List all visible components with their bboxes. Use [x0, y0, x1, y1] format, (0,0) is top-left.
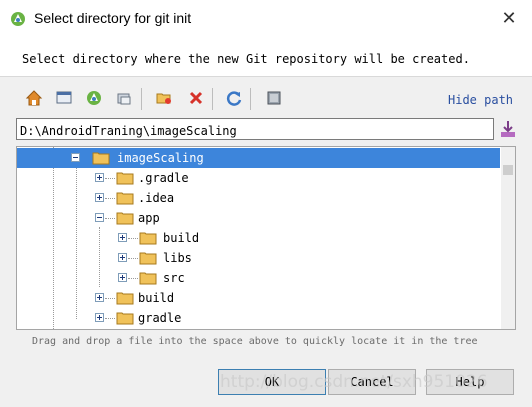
tree-node-label: app	[138, 211, 160, 225]
toolbar	[20, 86, 520, 112]
ok-button[interactable]: OK	[218, 369, 326, 395]
folder-icon	[116, 312, 134, 325]
home-button[interactable]	[22, 86, 46, 110]
home-icon	[25, 90, 43, 106]
hide-path-link[interactable]: Hide path	[448, 93, 513, 107]
tree-node-label: src	[163, 271, 185, 285]
help-button[interactable]: Help	[426, 369, 514, 395]
tree-node-label: imageScaling	[117, 151, 204, 165]
tree-node-label: gradle	[138, 311, 182, 325]
expand-toggle[interactable]	[95, 173, 104, 182]
tree-guide-line	[128, 258, 138, 259]
tree-node-label: build	[138, 291, 175, 305]
tree-node-label: build	[163, 231, 200, 245]
expand-toggle[interactable]	[95, 193, 104, 202]
tree-node[interactable]: build	[17, 228, 500, 248]
desktop-button[interactable]	[52, 86, 76, 110]
path-field[interactable]	[16, 118, 494, 140]
tree-node[interactable]: .idea	[17, 188, 500, 208]
tree-node[interactable]: .gradle	[17, 168, 500, 188]
new-folder-button[interactable]	[152, 86, 176, 110]
cancel-button[interactable]: Cancel	[328, 369, 416, 395]
refresh-button[interactable]	[222, 86, 246, 110]
tree-guide-line	[105, 198, 115, 199]
tree-node-label: .idea	[138, 191, 175, 205]
project-icon	[87, 91, 101, 105]
folder-icon	[116, 172, 134, 185]
description-text: Select directory where the new Git repos…	[22, 52, 470, 66]
description-area: Select directory where the new Git repos…	[0, 38, 532, 77]
expand-toggle[interactable]	[118, 253, 127, 262]
tree-guide-line	[128, 278, 138, 279]
folder-icon	[139, 272, 157, 285]
tree-node[interactable]: gradle	[17, 308, 500, 328]
tree-guide-line	[105, 318, 115, 319]
tree-node-label: .gradle	[138, 171, 189, 185]
tree-node-label: libs	[163, 251, 192, 265]
delete-button[interactable]	[184, 86, 208, 110]
expand-toggle[interactable]	[95, 293, 104, 302]
delete-icon	[189, 91, 203, 105]
toolbar-separator	[250, 88, 251, 110]
path-history-button[interactable]	[498, 119, 518, 139]
tree-node[interactable]: imageScaling	[17, 148, 500, 168]
download-icon	[501, 121, 515, 137]
toolbar-separator	[141, 88, 142, 110]
module-icon	[117, 93, 131, 105]
window-title: Select directory for git init	[34, 10, 192, 26]
folder-icon	[139, 232, 157, 245]
tree-node[interactable]: build	[17, 288, 500, 308]
folder-icon	[116, 212, 134, 225]
folder-icon	[92, 152, 110, 165]
collapse-toggle[interactable]	[95, 213, 104, 222]
expand-toggle[interactable]	[95, 313, 104, 322]
tree-node[interactable]: src	[17, 268, 500, 288]
android-studio-icon	[11, 12, 25, 26]
drag-drop-hint: Drag and drop a file into the space abov…	[32, 336, 478, 347]
folder-icon	[116, 292, 134, 305]
refresh-icon	[226, 91, 242, 106]
vertical-scrollbar[interactable]	[501, 147, 515, 329]
tree-guide-line	[105, 218, 115, 219]
tree-node[interactable]: libs	[17, 248, 500, 268]
show-hidden-icon	[267, 91, 281, 105]
new-folder-icon	[156, 93, 171, 104]
close-icon: ✕	[501, 8, 517, 29]
expand-toggle[interactable]	[118, 233, 127, 242]
folder-icon	[116, 192, 134, 205]
project-button[interactable]	[82, 86, 106, 110]
expand-toggle[interactable]	[118, 273, 127, 282]
folder-icon	[139, 252, 157, 265]
tree-guide-line	[105, 298, 115, 299]
module-button[interactable]	[112, 86, 136, 110]
tree-guide-line	[128, 238, 138, 239]
toolbar-separator	[212, 88, 213, 110]
scrollbar-thumb[interactable]	[503, 165, 513, 175]
directory-tree[interactable]: imageScaling .gradle .idea app build lib…	[16, 146, 516, 330]
tree-guide-line	[105, 178, 115, 179]
title-bar: Select directory for git init ✕	[0, 0, 532, 38]
desktop-icon	[56, 91, 72, 104]
show-hidden-button[interactable]	[262, 86, 286, 110]
close-button[interactable]: ✕	[496, 6, 522, 32]
collapse-toggle[interactable]	[71, 153, 80, 162]
tree-node[interactable]: app	[17, 208, 500, 228]
